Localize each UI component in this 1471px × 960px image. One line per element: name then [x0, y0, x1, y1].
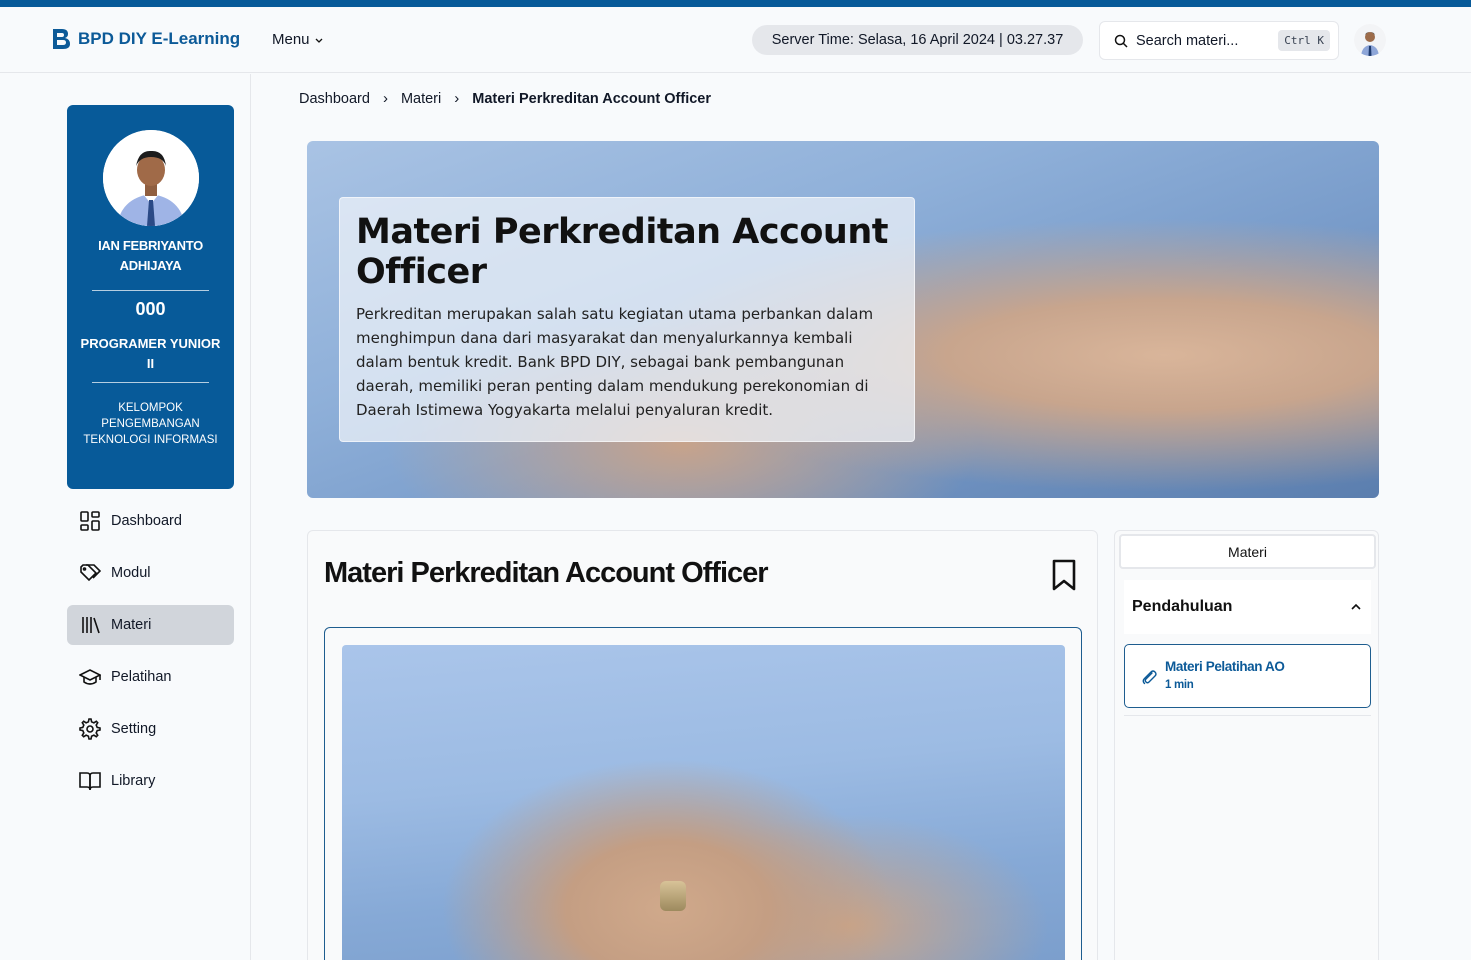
profile-card: IAN FEBRIYANTO ADHIJAYA 000 PROGRAMER YU… — [67, 105, 234, 489]
paperclip-icon — [1142, 670, 1157, 685]
sidebar-item-label: Materi — [111, 617, 152, 633]
content-title: Materi Perkreditan Account Officer — [324, 557, 769, 589]
graduation-cap-icon — [79, 669, 101, 685]
search-icon — [1114, 34, 1128, 48]
hero-card: Materi Perkreditan Account Officer Perkr… — [339, 197, 915, 442]
profile-divider — [92, 382, 209, 383]
top-accent-bar — [0, 0, 1471, 7]
breadcrumb: Dashboard › Materi › Materi Perkreditan … — [299, 90, 711, 107]
sidebar-item-library[interactable]: Library — [67, 761, 234, 801]
lesson-title: Materi Pelatihan AO — [1165, 659, 1285, 674]
chevron-down-icon — [315, 38, 322, 43]
material-image — [342, 645, 1065, 960]
breadcrumb-materi[interactable]: Materi — [401, 91, 441, 107]
library-icon — [82, 617, 100, 634]
sidebar-item-pelatihan[interactable]: Pelatihan — [67, 657, 234, 697]
tag-icon — [80, 564, 101, 582]
breadcrumb-dashboard[interactable]: Dashboard — [299, 91, 370, 107]
profile-role: PROGRAMER YUNIOR II — [80, 336, 221, 371]
bookmark-icon[interactable] — [1050, 559, 1078, 591]
sidebar-item-materi[interactable]: Materi — [67, 605, 234, 645]
search-placeholder: Search materi... — [1136, 32, 1239, 49]
hero-title: Materi Perkreditan Account Officer — [356, 212, 888, 292]
lesson-item[interactable]: Materi Pelatihan AO 1 min — [1124, 644, 1371, 708]
hero-banner: Materi Perkreditan Account Officer Perkr… — [307, 141, 1379, 498]
profile-divider — [92, 290, 209, 291]
coin-stack-image — [660, 881, 686, 911]
sidebar-item-label: Pelatihan — [111, 669, 172, 685]
section-pendahuluan[interactable]: Pendahuluan — [1124, 580, 1371, 634]
media-frame — [324, 627, 1082, 960]
user-avatar[interactable] — [1354, 24, 1386, 56]
gear-icon — [79, 718, 101, 740]
sidebar-divider — [250, 74, 251, 960]
content-card: Materi Perkreditan Account Officer — [307, 530, 1098, 960]
lesson-duration: 1 min — [1165, 679, 1194, 691]
chevron-up-icon — [1351, 603, 1361, 610]
section-title: Pendahuluan — [1132, 598, 1233, 615]
sidebar-item-setting[interactable]: Setting — [67, 709, 234, 749]
book-open-icon — [79, 772, 101, 791]
sidebar-item-label: Library — [111, 773, 156, 789]
sidebar-item-dashboard[interactable]: Dashboard — [67, 501, 234, 541]
dashboard-icon — [80, 511, 100, 531]
profile-name: IAN FEBRIYANTO ADHIJAYA — [98, 238, 203, 273]
hero-description: Perkreditan merupakan salah satu kegiata… — [356, 305, 874, 419]
user-photo-icon — [1354, 24, 1386, 56]
profile-id: 000 — [135, 299, 166, 319]
user-photo-icon — [103, 130, 199, 226]
sidebar-item-label: Dashboard — [111, 513, 182, 529]
search-input[interactable]: Search materi... Ctrl K — [1099, 21, 1339, 60]
server-time: Server Time: Selasa, 16 April 2024 | 03.… — [752, 25, 1083, 55]
chevron-right-icon: › — [382, 90, 388, 107]
tab-materi[interactable]: Materi — [1119, 534, 1376, 569]
menu-dropdown[interactable]: Menu — [272, 31, 324, 48]
chevron-right-icon: › — [454, 90, 460, 107]
sidebar-item-modul[interactable]: Modul — [67, 553, 234, 593]
bpd-logo-icon — [53, 29, 70, 49]
material-panel: Materi Pendahuluan Materi Pelatihan AO 1… — [1114, 530, 1379, 960]
sidebar-item-label: Modul — [111, 565, 151, 581]
panel-divider — [1124, 715, 1371, 716]
profile-group: KELOMPOK PENGEMBANGAN TEKNOLOGI INFORMAS… — [83, 402, 218, 446]
sidebar-item-label: Setting — [111, 721, 157, 737]
brand-name: BPD DIY E-Learning — [78, 29, 241, 48]
breadcrumb-current: Materi Perkreditan Account Officer — [472, 90, 712, 107]
brand-logo[interactable]: BPD DIY E-Learning — [50, 27, 240, 51]
menu-label: Menu — [272, 31, 310, 48]
header: BPD DIY E-Learning Menu Server Time: Sel… — [0, 7, 1471, 73]
search-shortcut: Ctrl K — [1278, 30, 1330, 51]
profile-photo — [103, 130, 199, 226]
